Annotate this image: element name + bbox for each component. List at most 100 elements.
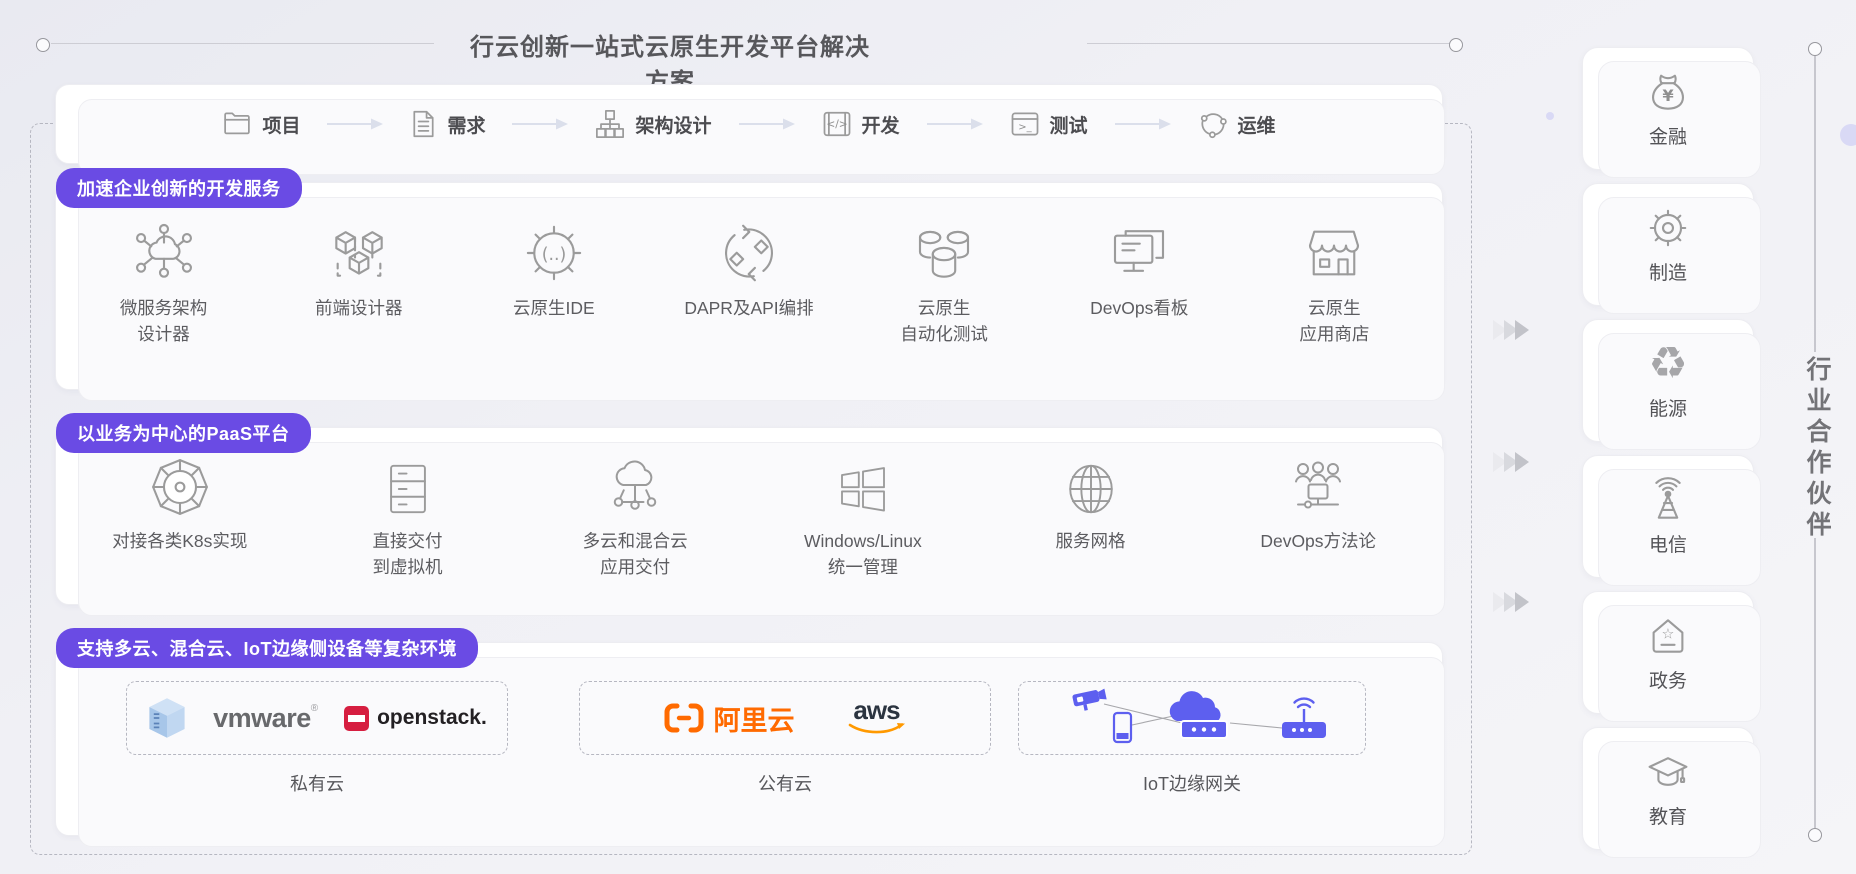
section-badge: 支持多云、混合云、IoT边缘侧设备等复杂环境 — [56, 628, 478, 668]
industry-label: 能源 — [1649, 394, 1687, 421]
svg-text:☆: ☆ — [1662, 626, 1675, 642]
rail-line-bottom — [1814, 538, 1816, 828]
iot-gateway-box — [1018, 681, 1366, 755]
section-paas-platform: 以业务为中心的PaaS平台 对接各类K8s实现 直接交付 到虚拟机 多云和混合云… — [55, 427, 1443, 605]
api-orchestration-icon — [717, 209, 781, 285]
ops-cycle-icon — [1198, 109, 1228, 139]
server-icon — [379, 454, 437, 518]
industry-card-energy: ♻ 能源 — [1582, 319, 1754, 442]
title-line-right-circle — [1449, 38, 1463, 52]
title-line-left — [51, 43, 434, 44]
workflow-step-operations: 运维 — [1198, 109, 1276, 139]
gear-code-icon: (..) — [522, 209, 586, 285]
paas-item-label: 直接交付 到虚拟机 — [373, 528, 443, 581]
env-iot-gateway: IoT边缘网关 — [1018, 681, 1366, 796]
aliyun-bracket-icon — [664, 702, 704, 734]
chevron-arrows-icon — [1496, 452, 1529, 472]
env-label: IoT边缘网关 — [1018, 770, 1366, 796]
workflow-arrow — [326, 118, 384, 130]
workflow-step-label: 架构设计 — [635, 111, 711, 138]
service-item-label: 云原生IDE — [513, 295, 595, 321]
private-cloud-box: vmware® openstack. — [126, 681, 508, 755]
database-icon — [912, 209, 976, 285]
paas-item-label: 服务网格 — [1056, 528, 1126, 554]
industry-partners-column: ¥ 金融 制造 ♻ 能源 电信 ☆ 政务 — [1582, 47, 1754, 850]
industry-partners-title: 行业合作伙伴 — [1799, 356, 1835, 542]
chevron-arrows-icon — [1496, 592, 1529, 612]
vmware-logo: vmware® — [213, 703, 318, 734]
iot-cloud-icon — [1170, 691, 1227, 738]
paas-item: 多云和混合云 应用交付 — [521, 454, 749, 581]
industry-card-manufacturing: 制造 — [1582, 183, 1754, 306]
solution-diagram: 行云创新一站式云原生开发平台解决方案 项目 需求 架构设计 — [0, 0, 1856, 874]
decor-dot — [1840, 124, 1856, 146]
microservice-icon — [132, 209, 196, 285]
public-cloud-box: 阿里云 aws — [579, 681, 991, 755]
service-item: DAPR及API编排 — [651, 209, 846, 348]
recycle-icon: ♻ — [1648, 341, 1687, 387]
document-icon — [410, 109, 437, 139]
industry-card-finance: ¥ 金融 — [1582, 47, 1754, 170]
paas-item: 服务网格 — [977, 454, 1205, 581]
store-icon — [1302, 209, 1366, 285]
paas-item-label: 多云和混合云 应用交付 — [583, 528, 688, 581]
workflow-arrow — [1114, 118, 1172, 130]
cubes-icon — [327, 209, 391, 285]
workflow-arrow — [926, 118, 984, 130]
section-badge: 加速企业创新的开发服务 — [56, 168, 302, 208]
svg-text:>_: >_ — [1018, 122, 1032, 133]
gear-icon — [1645, 205, 1691, 251]
chevron-arrows-icon — [1496, 320, 1529, 340]
workflow-step-label: 需求 — [447, 111, 485, 138]
paas-item-label: 对接各类K8s实现 — [112, 528, 247, 554]
service-item-label: 云原生 应用商店 — [1299, 295, 1369, 348]
windows-icon — [835, 454, 891, 518]
section-environments: 支持多云、混合云、IoT边缘侧设备等复杂环境 vmware® openstack… — [55, 642, 1443, 836]
paas-items-row: 对接各类K8s实现 直接交付 到虚拟机 多云和混合云 应用交付 Windows/… — [66, 454, 1432, 581]
workflow-card: 项目 需求 架构设计 </> 开发 >_ 测试 — [55, 84, 1443, 164]
workflow-step-testing: >_ 测试 — [1010, 109, 1088, 139]
workflow-step-development: </> 开发 — [822, 109, 900, 139]
service-item: 云原生 自动化测试 — [847, 209, 1042, 348]
industry-label: 电信 — [1649, 530, 1687, 557]
service-item-label: DAPR及API编排 — [684, 295, 813, 321]
camera-icon — [1072, 688, 1108, 712]
service-item: 微服务架构 设计器 — [66, 209, 261, 348]
paas-item-label: DevOps方法论 — [1260, 528, 1376, 554]
kanban-monitor-icon — [1107, 209, 1171, 285]
workflow-step-architecture: 架构设计 — [595, 109, 711, 139]
rail-bottom-circle — [1808, 828, 1822, 842]
service-item: 云原生 应用商店 — [1237, 209, 1432, 348]
env-label: 公有云 — [579, 770, 991, 796]
graduation-cap-icon — [1645, 749, 1691, 795]
title-line-left-circle — [36, 38, 50, 52]
industry-label: 教育 — [1649, 802, 1687, 829]
k8s-wheel-icon — [149, 454, 211, 518]
paas-item: Windows/Linux 统一管理 — [749, 454, 977, 581]
industry-card-telecom: 电信 — [1582, 455, 1754, 578]
workflow-step-requirements: 需求 — [410, 109, 485, 139]
openstack-logo: openstack. — [344, 706, 487, 731]
folder-icon — [222, 109, 252, 139]
svg-text:</>: </> — [826, 118, 847, 131]
svg-text:¥: ¥ — [1662, 86, 1674, 105]
iot-devices-icon — [1042, 687, 1342, 749]
team-icon — [1288, 454, 1348, 518]
code-window-icon: </> — [822, 109, 852, 139]
service-item-label: 云原生 自动化测试 — [900, 295, 988, 348]
workflow-arrow — [738, 118, 796, 130]
service-item-label: 前端设计器 — [315, 295, 403, 321]
service-item-label: DevOps看板 — [1090, 295, 1188, 321]
workflow-step-label: 项目 — [262, 111, 300, 138]
env-private-cloud: vmware® openstack. 私有云 — [126, 681, 508, 796]
globe-icon — [1062, 454, 1120, 518]
paas-item-label: Windows/Linux 统一管理 — [804, 528, 922, 581]
service-item: 前端设计器 — [261, 209, 456, 348]
decor-dot — [1546, 112, 1554, 120]
industry-card-government: ☆ 政务 — [1582, 591, 1754, 714]
env-label: 私有云 — [126, 770, 508, 796]
aliyun-logo: 阿里云 — [664, 699, 795, 738]
workflow-step-label: 运维 — [1238, 111, 1276, 138]
terminal-icon: >_ — [1010, 109, 1040, 139]
industry-label: 制造 — [1649, 258, 1687, 285]
